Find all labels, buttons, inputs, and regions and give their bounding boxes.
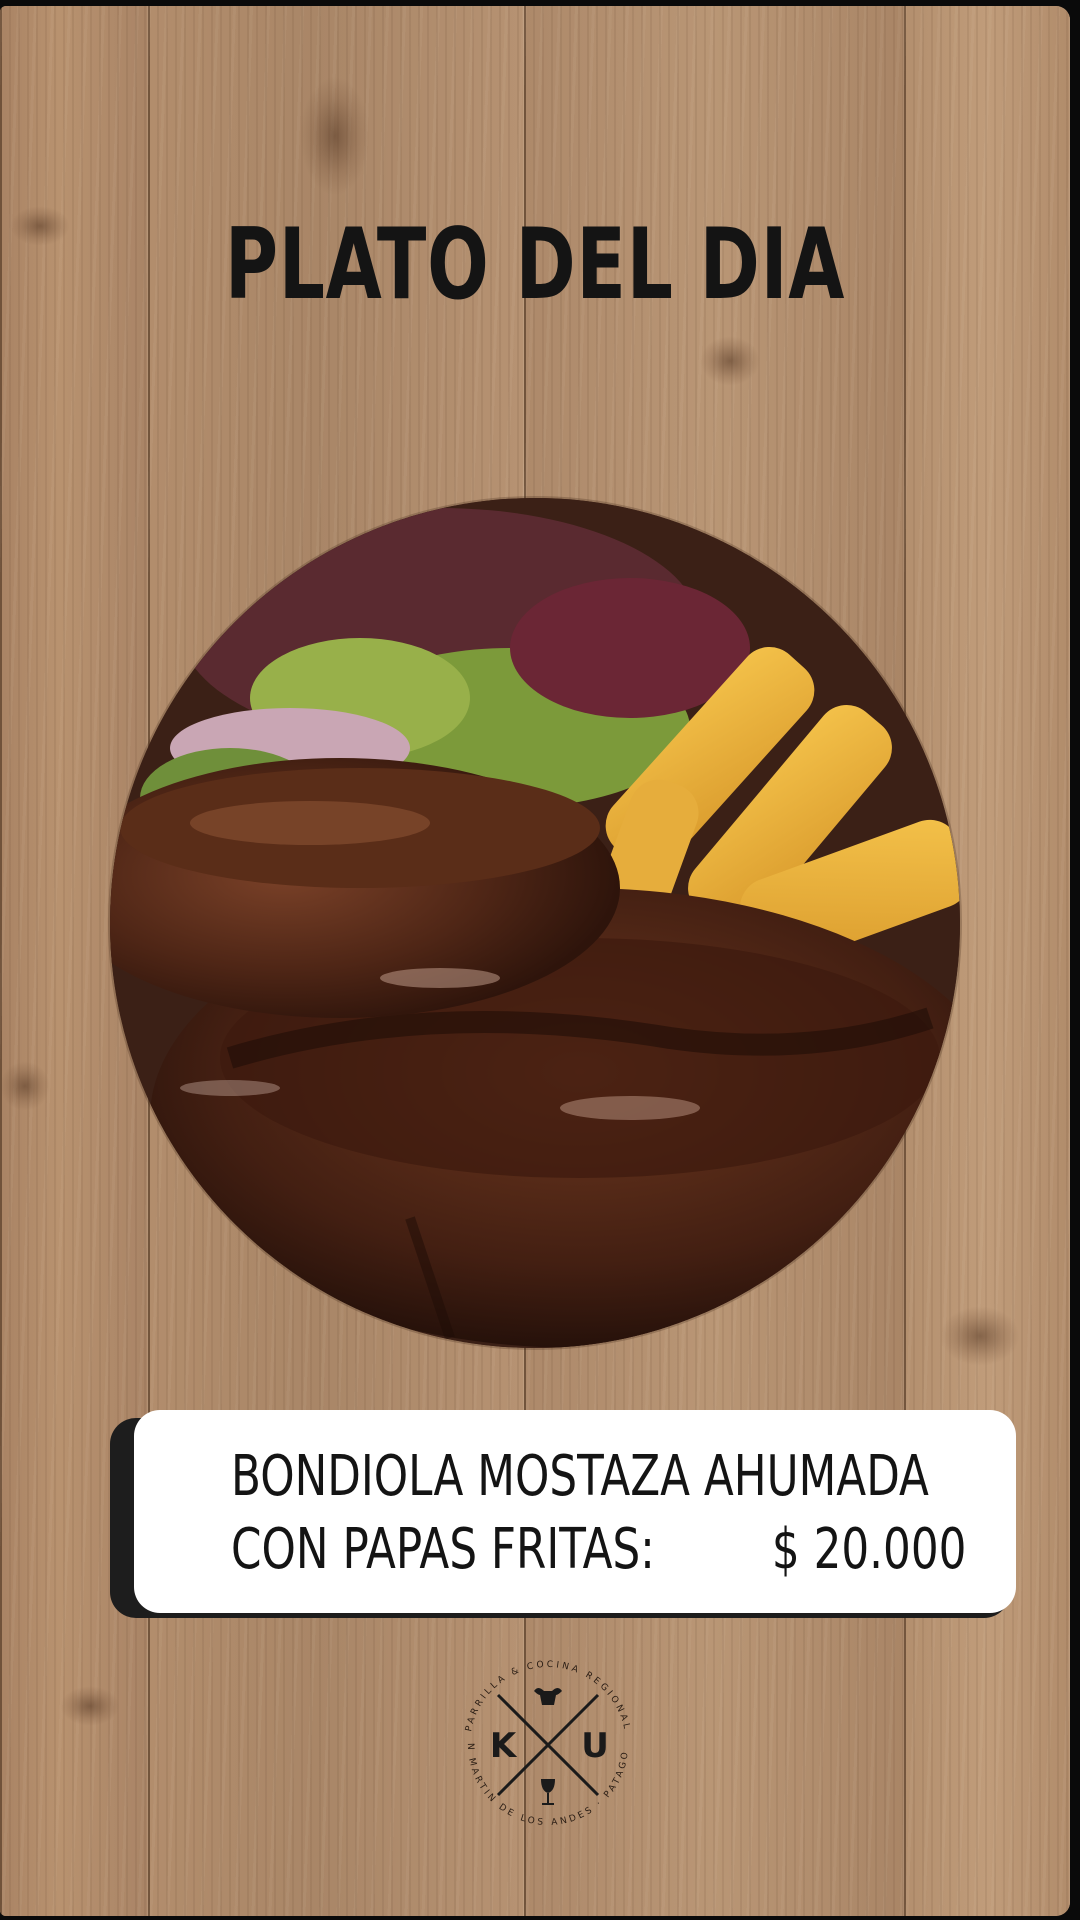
wood-knot bbox=[0, 1061, 50, 1111]
logo-letter-k: K bbox=[490, 1726, 518, 1766]
wood-knot bbox=[940, 1306, 1020, 1366]
story-frame: PLATO DEL DIA BONDIOLA MOSTAZA AHUMADA C… bbox=[0, 0, 1080, 1920]
wine-glass-icon bbox=[541, 1779, 555, 1805]
price-card: BONDIOLA MOSTAZA AHUMADA CON PAPAS FRITA… bbox=[134, 1410, 1016, 1613]
wood-knot bbox=[700, 336, 760, 386]
steak-with-fries-photo bbox=[110, 498, 960, 1348]
logo-letter-u: U bbox=[581, 1726, 609, 1766]
wood-knot bbox=[10, 206, 70, 246]
bull-head-icon bbox=[534, 1688, 562, 1705]
dish-name: BONDIOLA MOSTAZA AHUMADA bbox=[231, 1444, 929, 1509]
dish-side-label: CON PAPAS FRITAS: bbox=[231, 1517, 655, 1582]
page-title: PLATO DEL DIA bbox=[224, 208, 846, 322]
dish-photo bbox=[110, 498, 960, 1348]
restaurant-logo: PARRILLA & COCINA REGIONAL SAN MARTIN DE… bbox=[448, 1645, 629, 1828]
wood-knot bbox=[300, 76, 370, 196]
wood-knot bbox=[60, 1686, 120, 1726]
dish-detail-line: CON PAPAS FRITAS: $ 20.000 bbox=[231, 1517, 966, 1582]
dish-price: $ 20.000 bbox=[771, 1517, 967, 1582]
